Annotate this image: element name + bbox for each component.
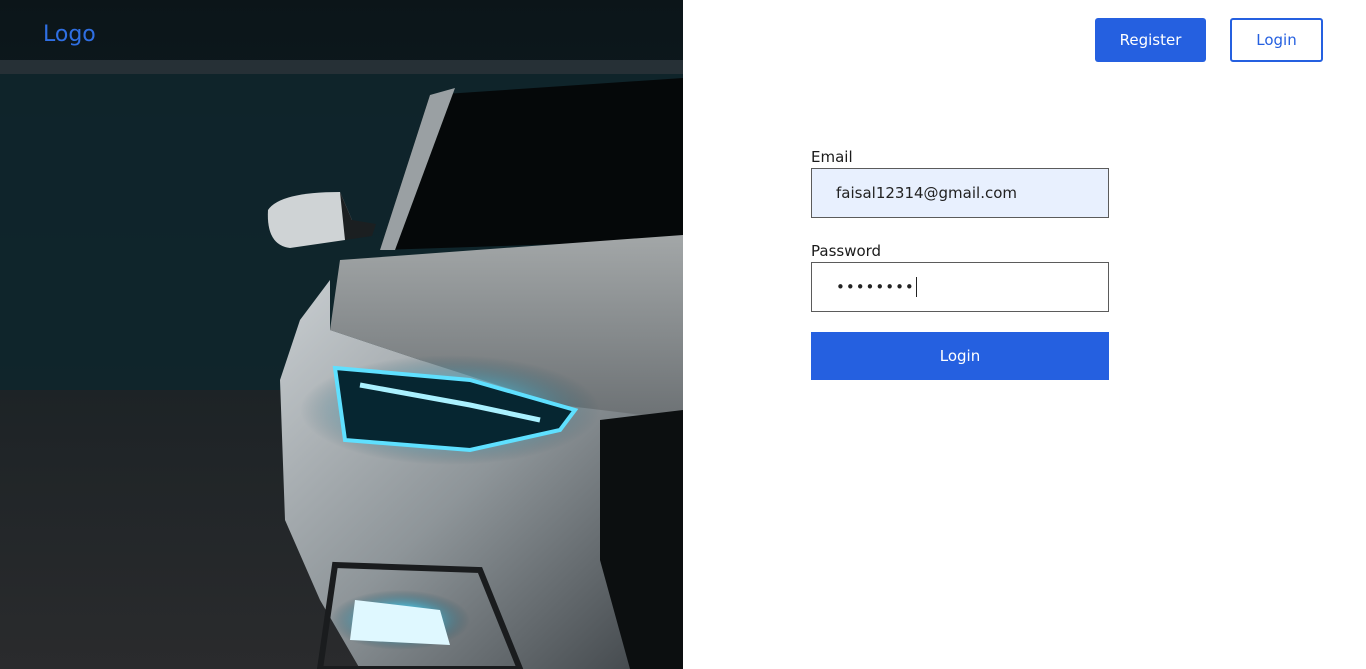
login-submit-button[interactable]: Login <box>811 332 1109 380</box>
login-form: Email faisal12314@gmail.com Password •••… <box>811 146 1109 380</box>
register-button[interactable]: Register <box>1095 18 1206 62</box>
text-caret <box>915 277 917 297</box>
logo[interactable]: Logo <box>43 22 96 47</box>
password-field[interactable]: •••••••• <box>811 262 1109 312</box>
header-login-button[interactable]: Login <box>1230 18 1323 62</box>
login-page: Logo Register Login Email faisal12314@gm… <box>0 0 1366 669</box>
car-illustration <box>0 60 683 669</box>
password-value: •••••••• <box>836 278 915 296</box>
email-value: faisal12314@gmail.com <box>836 184 1017 202</box>
email-label: Email <box>811 148 853 166</box>
password-label: Password <box>811 242 882 260</box>
hero-car-image: Logo <box>0 0 683 669</box>
email-field[interactable]: faisal12314@gmail.com <box>811 168 1109 218</box>
